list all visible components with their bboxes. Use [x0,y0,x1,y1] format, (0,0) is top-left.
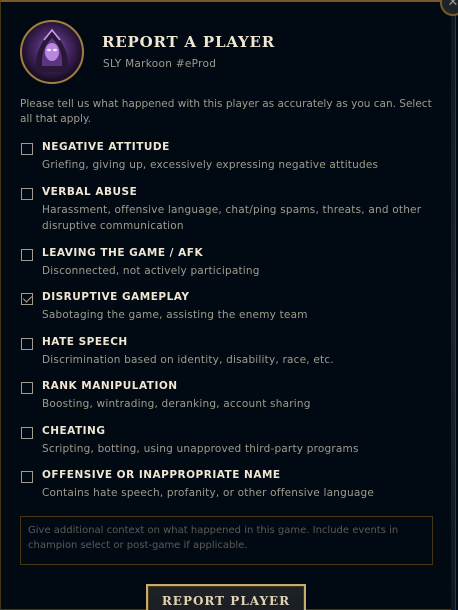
checkbox[interactable] [21,188,33,200]
checkbox[interactable] [21,471,33,483]
option-description: Boosting, wintrading, deranking, account… [42,398,311,410]
option-title: VERBAL ABUSE [42,186,138,198]
instructions-text: Please tell us what happened with this p… [20,98,432,125]
checkbox[interactable] [21,427,33,439]
champion-portrait-icon [35,28,69,72]
option-title: NEGATIVE ATTITUDE [42,141,170,153]
option-description: Scripting, botting, using unapproved thi… [42,443,359,455]
option-title: DISRUPTIVE GAMEPLAY [42,291,190,303]
window-edge [451,2,455,610]
checkbox[interactable] [21,382,33,394]
option-description: Harassment, offensive language, chat/pin… [42,204,422,232]
checkbox-checked[interactable] [21,293,33,305]
option-title: CHEATING [42,425,106,437]
dialog-title: REPORT A PLAYER [102,33,276,51]
option-description: Griefing, giving up, excessively express… [42,159,379,171]
reported-player-name: SLY Markoon #eProd [103,58,217,70]
additional-context-input[interactable]: Give additional context on what happened… [20,516,433,565]
option-description: Discrimination based on identity, disabi… [42,354,334,366]
option-title: LEAVING THE GAME / AFK [42,247,204,259]
option-title: OFFENSIVE OR INAPPROPRIATE NAME [42,469,281,481]
checkbox[interactable] [21,249,33,261]
option-description: Disconnected, not actively participating [42,265,260,277]
checkbox[interactable] [21,338,33,350]
option-description: Contains hate speech, profanity, or othe… [42,487,374,499]
dialog-header: REPORT A PLAYER SLY Markoon #eProd [20,20,440,86]
option-title: HATE SPEECH [42,336,128,348]
report-player-button[interactable]: REPORT PLAYER [146,584,306,610]
checkbox[interactable] [21,143,33,155]
player-avatar [20,20,84,84]
option-title: RANK MANIPULATION [42,380,178,392]
option-description: Sabotaging the game, assisting the enemy… [42,309,308,321]
